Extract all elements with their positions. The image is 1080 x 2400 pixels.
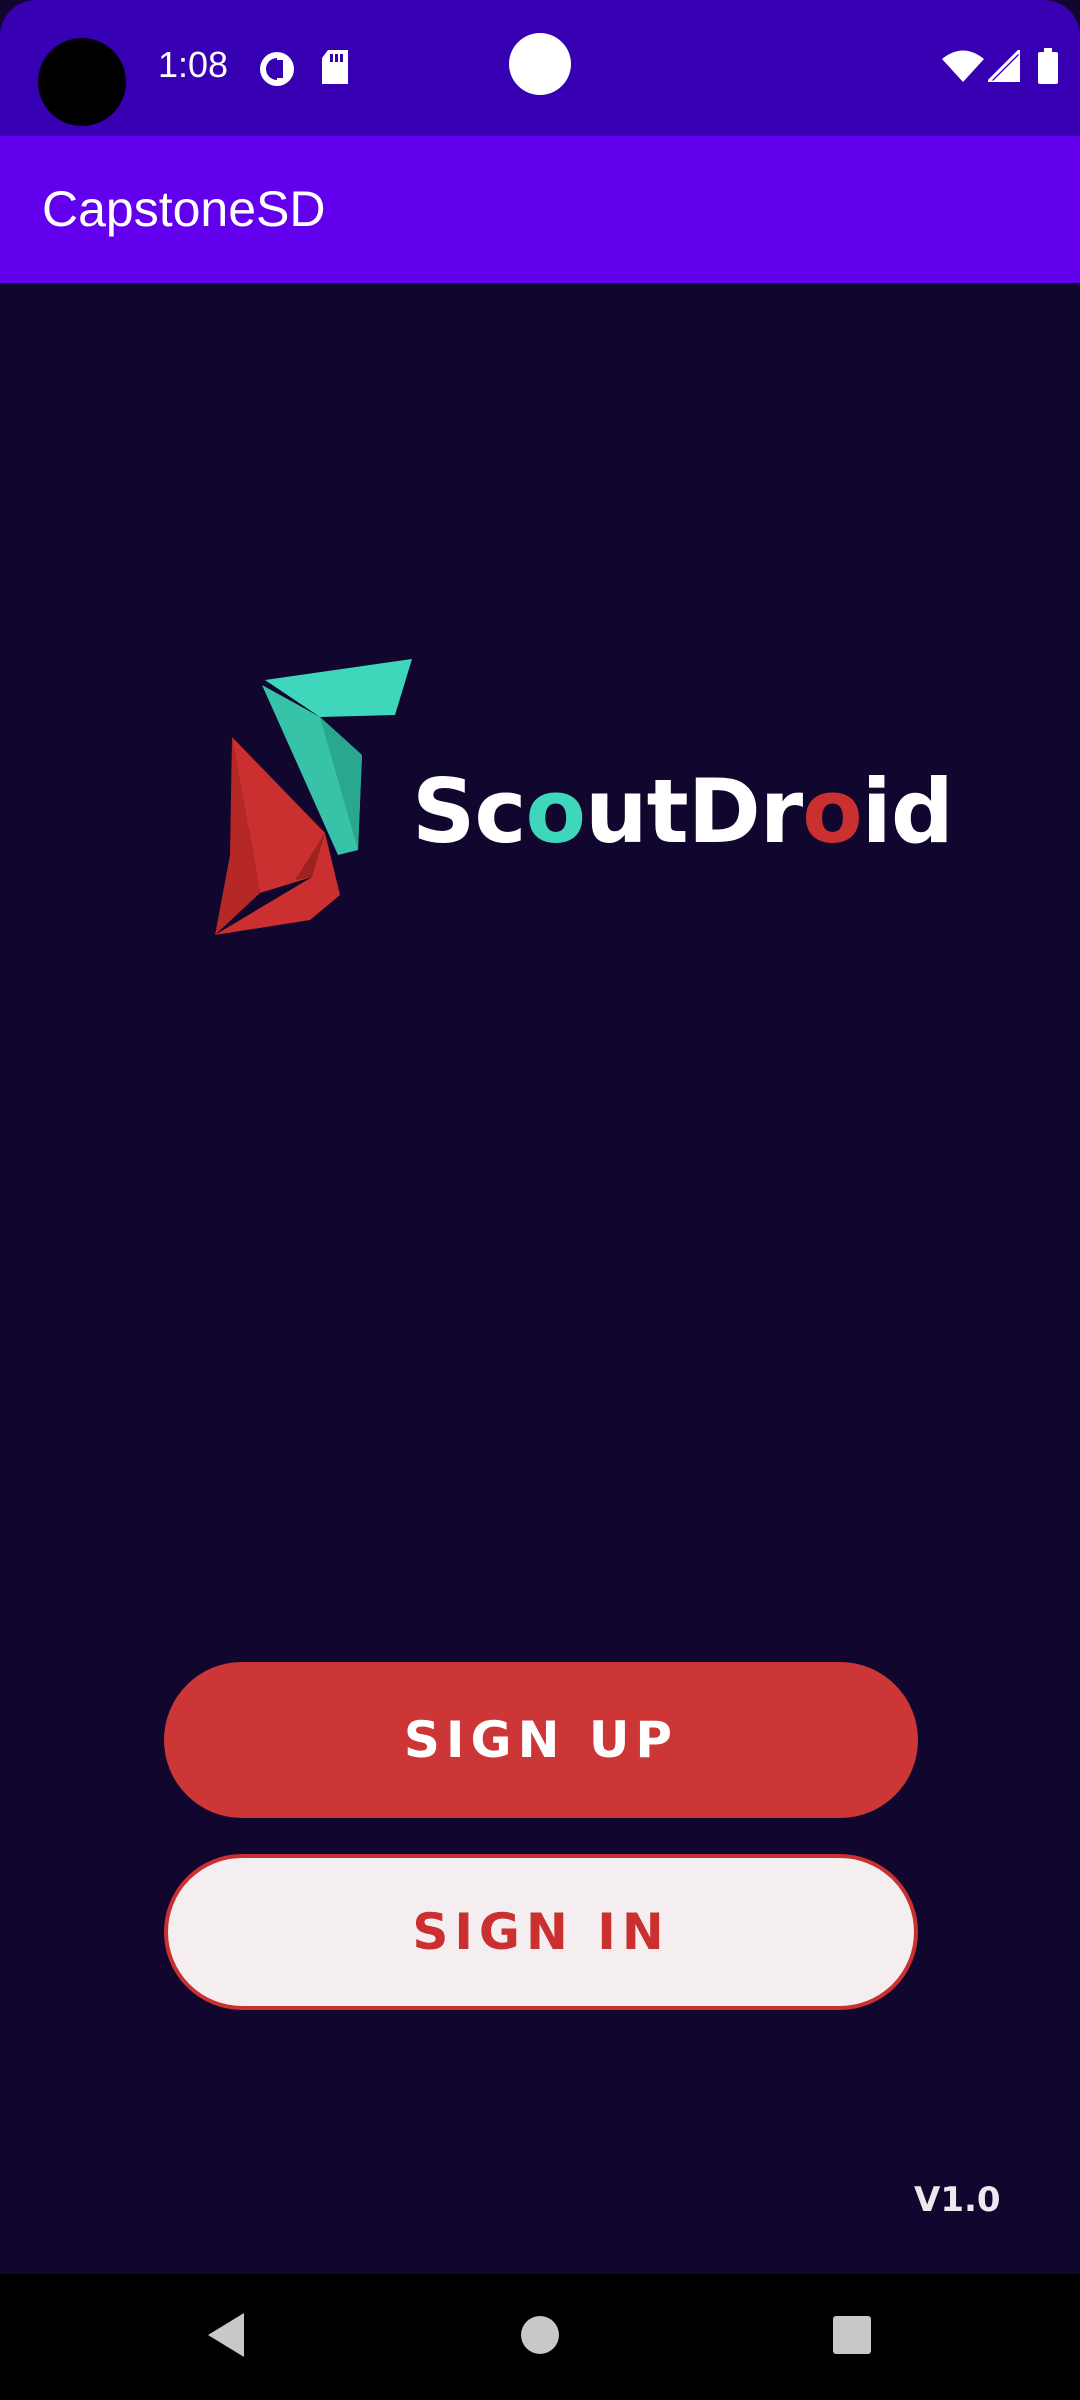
logo-text-part: utDr (585, 760, 803, 863)
status-time: 1:08 (158, 44, 229, 85)
nav-bar (0, 2274, 1080, 2400)
sign-in-button[interactable]: SIGN IN (164, 1854, 918, 2010)
status-bar: 1:08 (0, 0, 1080, 136)
screen: 1:08 CapstoneSD ScoutDroid SIGN UP SIGN … (0, 0, 1080, 2400)
data-saver-icon (258, 50, 296, 93)
home-button[interactable] (480, 2274, 600, 2400)
logo-text-red: o (802, 760, 862, 863)
wifi-icon (942, 50, 984, 87)
logo-text-teal: o (525, 760, 586, 863)
scoutdroid-logo-icon (190, 655, 420, 940)
recents-icon (832, 2315, 872, 2360)
logo-wordmark: ScoutDroid (412, 760, 954, 863)
sign-up-button[interactable]: SIGN UP (164, 1662, 918, 1818)
center-dot (509, 33, 571, 95)
version-label: V1.0 (914, 2180, 1001, 2220)
recents-button[interactable] (792, 2274, 912, 2400)
logo-text-part: id (861, 760, 954, 863)
app-bar: CapstoneSD (0, 136, 1080, 283)
back-button[interactable] (166, 2274, 286, 2400)
camera-cutout-icon (38, 38, 126, 126)
logo-text-part: Sc (412, 760, 527, 863)
sd-card-icon (320, 50, 350, 91)
home-icon (520, 2315, 560, 2360)
back-icon (204, 2311, 248, 2364)
signal-icon (984, 46, 1022, 87)
app-title: CapstoneSD (42, 181, 326, 237)
battery-icon (1038, 48, 1058, 89)
